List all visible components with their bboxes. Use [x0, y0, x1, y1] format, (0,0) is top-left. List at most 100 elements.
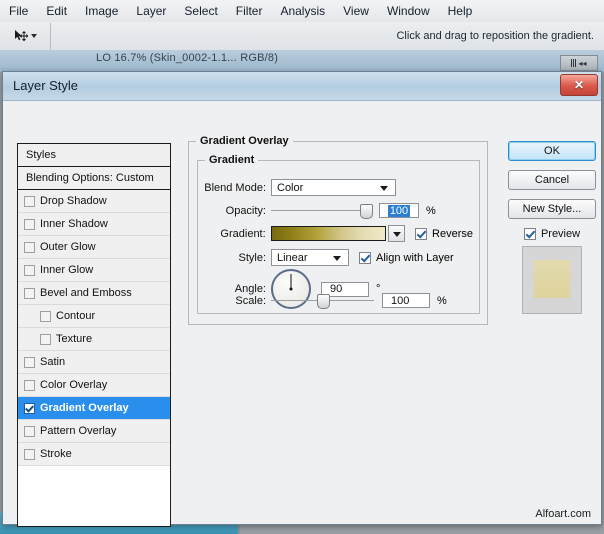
active-tool-slot[interactable]: [0, 23, 51, 50]
gradient-label: Gradient:: [198, 228, 266, 240]
gradient-group-legend: Gradient: [205, 154, 258, 166]
gradient-overlay-panel: Gradient Overlay Gradient Blend Mode: Co…: [188, 141, 488, 525]
menu-item-window[interactable]: Window: [378, 2, 439, 20]
menu-item-help[interactable]: Help: [439, 2, 482, 20]
style-row-inner-shadow[interactable]: Inner Shadow: [18, 213, 170, 236]
panel-dock-toggle[interactable]: ◂◂: [560, 55, 598, 71]
gradient-overlay-fieldset: Gradient Overlay Gradient Blend Mode: Co…: [188, 141, 488, 325]
tool-options-bar: Click and drag to reposition the gradien…: [0, 22, 604, 51]
dialog-actions: OK Cancel New Style... Preview: [508, 141, 596, 314]
checkbox-satin[interactable]: [24, 357, 35, 368]
scale-row: Scale: 100 %: [198, 293, 473, 308]
style-label-text: Style:: [198, 252, 266, 264]
style-row-pattern-overlay[interactable]: Pattern Overlay: [18, 420, 170, 443]
new-style-button[interactable]: New Style...: [508, 199, 596, 219]
close-icon[interactable]: ✕: [560, 74, 598, 96]
preview-checkbox[interactable]: [524, 228, 536, 240]
layer-style-dialog: Layer Style ✕ Styles Blending Options: C…: [2, 71, 602, 525]
menu-item-layer[interactable]: Layer: [127, 2, 175, 20]
checkbox-bevel-and-emboss[interactable]: [24, 288, 35, 299]
style-label: Stroke: [40, 448, 72, 460]
options-hint-text: Click and drag to reposition the gradien…: [396, 30, 594, 42]
chevron-down-icon: [393, 232, 401, 237]
cancel-button[interactable]: Cancel: [508, 170, 596, 190]
style-row: Style: Linear Align with Layer: [198, 249, 473, 266]
dialog-body: Styles Blending Options: Custom Drop Sha…: [3, 101, 601, 524]
angle-hub-icon: [290, 288, 293, 291]
watermark-text: Alfoart.com: [535, 508, 591, 520]
style-row-contour[interactable]: Contour: [18, 305, 170, 328]
style-row-satin[interactable]: Satin: [18, 351, 170, 374]
menu-item-edit[interactable]: Edit: [37, 2, 76, 20]
style-row-stroke[interactable]: Stroke: [18, 443, 170, 466]
gradient-group-fieldset: Gradient Blend Mode: Color Opacity:: [197, 160, 480, 314]
preview-label: Preview: [541, 228, 580, 240]
blend-mode-label: Blend Mode:: [198, 182, 266, 194]
chevron-down-icon: [333, 256, 341, 261]
scale-slider-thumb[interactable]: [317, 294, 330, 309]
styles-list-header[interactable]: Styles: [18, 144, 170, 167]
menu-item-select[interactable]: Select: [175, 2, 226, 20]
checkbox-color-overlay[interactable]: [24, 380, 35, 391]
checkbox-gradient-overlay[interactable]: [24, 403, 35, 414]
scale-slider[interactable]: [271, 294, 374, 307]
opacity-slider-thumb[interactable]: [360, 204, 373, 219]
menu-item-analysis[interactable]: Analysis: [271, 2, 334, 20]
menu-item-image[interactable]: Image: [76, 2, 127, 20]
opacity-row: Opacity: 100 %: [198, 203, 473, 218]
style-label: Contour: [56, 310, 95, 322]
checkbox-contour[interactable]: [40, 311, 51, 322]
style-label: Inner Shadow: [40, 218, 108, 230]
menu-item-file[interactable]: File: [0, 2, 37, 20]
style-label: Gradient Overlay: [40, 402, 129, 414]
scale-input[interactable]: 100: [382, 293, 430, 308]
dialog-titlebar: Layer Style ✕: [3, 72, 601, 101]
opacity-label: Opacity:: [198, 205, 266, 217]
style-row-bevel-and-emboss[interactable]: Bevel and Emboss: [18, 282, 170, 305]
checkbox-texture[interactable]: [40, 334, 51, 345]
style-label: Texture: [56, 333, 92, 345]
checkbox-inner-glow[interactable]: [24, 265, 35, 276]
reverse-checkbox[interactable]: [415, 228, 427, 240]
blending-options-row[interactable]: Blending Options: Custom: [18, 167, 170, 190]
opacity-slider-track: [271, 210, 371, 211]
style-row-outer-glow[interactable]: Outer Glow: [18, 236, 170, 259]
chevron-down-icon: [380, 186, 388, 191]
dialog-title: Layer Style: [13, 78, 78, 93]
gradient-style-select[interactable]: Linear: [271, 249, 349, 266]
opacity-unit: %: [426, 205, 436, 217]
ok-button[interactable]: OK: [508, 141, 596, 161]
menu-item-filter[interactable]: Filter: [227, 2, 272, 20]
opacity-slider[interactable]: [271, 204, 371, 217]
panel-grip-icon: [571, 59, 576, 67]
preview-row: Preview: [508, 228, 596, 240]
tool-preset-caret-icon[interactable]: [31, 34, 37, 38]
align-with-layer-checkbox[interactable]: [359, 252, 371, 264]
blend-mode-select[interactable]: Color: [271, 179, 396, 196]
style-row-texture[interactable]: Texture: [18, 328, 170, 351]
preview-thumbnail-chip: [534, 260, 570, 298]
checkbox-outer-glow[interactable]: [24, 242, 35, 253]
style-row-drop-shadow[interactable]: Drop Shadow: [18, 190, 170, 213]
checkbox-drop-shadow[interactable]: [24, 196, 35, 207]
scale-unit: %: [437, 295, 447, 307]
gradient-preset-dropdown[interactable]: [388, 225, 405, 242]
checkbox-inner-shadow[interactable]: [24, 219, 35, 230]
menu-item-view[interactable]: View: [334, 2, 378, 20]
style-row-inner-glow[interactable]: Inner Glow: [18, 259, 170, 282]
style-row-gradient-overlay[interactable]: Gradient Overlay: [18, 397, 170, 420]
gradient-overlay-legend: Gradient Overlay: [196, 135, 293, 147]
application-menubar: File Edit Image Layer Select Filter Anal…: [0, 0, 604, 23]
style-row-color-overlay[interactable]: Color Overlay: [18, 374, 170, 397]
expand-panels-icon: ◂◂: [578, 59, 586, 68]
gradient-row: Gradient: Reverse: [198, 225, 473, 242]
style-label: Pattern Overlay: [40, 425, 116, 437]
preview-thumbnail: [522, 246, 582, 314]
document-titlebar: ◂◂: [0, 50, 604, 73]
opacity-input[interactable]: 100: [379, 203, 419, 218]
blend-mode-value: Color: [277, 182, 303, 194]
gradient-preview-swatch[interactable]: [271, 226, 386, 241]
checkbox-stroke[interactable]: [24, 449, 35, 460]
style-label: Color Overlay: [40, 379, 107, 391]
checkbox-pattern-overlay[interactable]: [24, 426, 35, 437]
